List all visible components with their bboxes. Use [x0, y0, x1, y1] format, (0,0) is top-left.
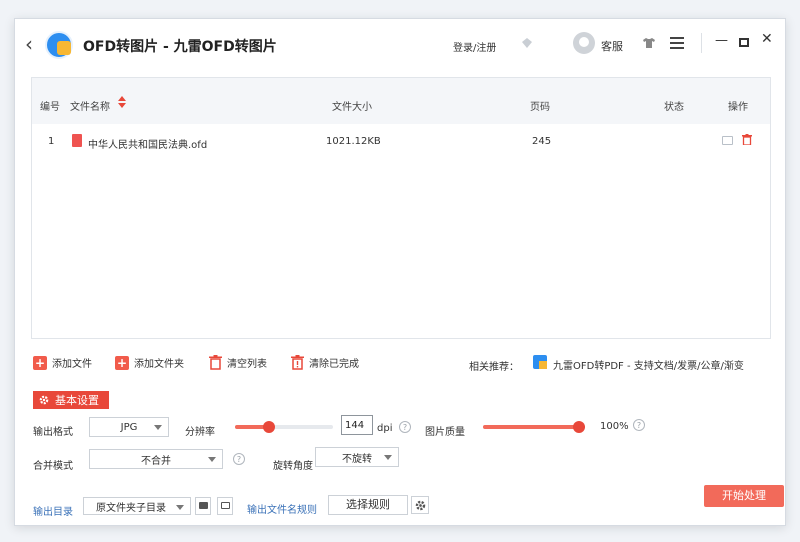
gear-icon [415, 500, 426, 511]
start-processing-button[interactable]: 开始处理 [704, 485, 784, 507]
merge-mode-select[interactable]: 不合并 [89, 449, 223, 469]
maximize-icon[interactable] [739, 38, 749, 47]
resolution-slider[interactable] [235, 421, 333, 433]
table-header: 编号 文件名称 文件大小 页码 状态 操作 [32, 78, 770, 124]
rotate-select[interactable]: 不旋转 [315, 447, 399, 467]
gear-icon [39, 395, 49, 405]
back-icon[interactable]: ‹ [25, 34, 33, 54]
filename-rule-label: 输出文件名规则 [247, 505, 317, 516]
rotate-value: 不旋转 [342, 453, 372, 465]
clear-done-button[interactable]: 清除已完成 [291, 355, 359, 370]
quality-help-icon[interactable]: ? [633, 419, 645, 431]
merge-mode-value: 不合并 [141, 455, 171, 467]
delete-icon[interactable] [742, 134, 752, 145]
rotate-label: 旋转角度 [273, 461, 313, 472]
col-header-index: 编号 [40, 102, 60, 113]
output-format-select[interactable]: JPG [89, 417, 169, 437]
resolution-unit: dpi [377, 423, 393, 434]
open-folder-icon [221, 502, 230, 509]
table-row[interactable]: 1 中华人民共和国民法典.ofd 1021.12KB 245 [32, 124, 770, 154]
recommend-app-icon[interactable] [533, 355, 547, 369]
output-dir-label: 输出目录 [33, 507, 73, 518]
add-file-icon: + [33, 355, 47, 370]
output-dir-select[interactable]: 原文件夹子目录 [83, 497, 191, 515]
action-bar: + 添加文件 + 添加文件夹 清空列表 清除已完成 相关推荐： 九雷OFD转PD… [33, 355, 773, 375]
menu-icon[interactable] [670, 37, 684, 49]
trash-icon [209, 355, 222, 370]
minimize-icon[interactable]: — [715, 33, 728, 48]
login-register-link[interactable]: 登录/注册 [453, 39, 496, 54]
support-label[interactable]: 客服 [601, 38, 623, 54]
support-avatar-icon[interactable] [573, 32, 595, 54]
row-file-size: 1021.12KB [326, 136, 381, 147]
app-window: ‹ OFD转图片 - 九雷OFD转图片 登录/注册 客服 — ✕ 编号 文件名称… [14, 18, 786, 526]
merge-help-icon[interactable]: ? [233, 453, 245, 465]
app-logo [45, 31, 73, 59]
resolution-slider-knob[interactable] [263, 421, 276, 433]
titlebar-divider [701, 33, 702, 53]
chevron-down-icon [384, 455, 392, 460]
browse-folder-button[interactable] [195, 497, 211, 515]
rule-settings-button[interactable] [411, 496, 429, 514]
skin-shirt-icon[interactable] [643, 37, 655, 49]
clear-list-button[interactable]: 清空列表 [209, 355, 267, 370]
col-header-actions: 操作 [728, 102, 748, 113]
row-index: 1 [48, 136, 55, 147]
recommend-label: 相关推荐： [469, 362, 519, 373]
close-icon[interactable]: ✕ [761, 31, 773, 47]
vip-diamond-icon[interactable] [521, 37, 533, 49]
open-output-folder-button[interactable] [217, 497, 233, 515]
row-pages: 245 [532, 136, 552, 147]
folder-icon [199, 502, 208, 509]
merge-mode-label: 合并模式 [33, 461, 73, 472]
basic-settings-label: 基本设置 [55, 394, 99, 407]
add-file-button[interactable]: + 添加文件 [33, 355, 92, 370]
chevron-down-icon [154, 425, 162, 430]
col-header-name[interactable]: 文件名称 [70, 98, 110, 113]
output-format-value: JPG [120, 421, 138, 433]
clear-list-label: 清空列表 [227, 359, 267, 370]
select-rule-button[interactable]: 选择规则 [328, 495, 408, 515]
clear-done-icon [291, 355, 304, 370]
quality-slider[interactable] [483, 421, 585, 433]
add-folder-label: 添加文件夹 [134, 359, 184, 370]
recommend-link[interactable]: 九雷OFD转PDF - 支持文档/发票/公章/渐变 [553, 357, 744, 372]
quality-slider-knob[interactable] [573, 421, 585, 433]
chevron-down-icon [208, 457, 216, 462]
chevron-down-icon [176, 505, 184, 510]
output-format-label: 输出格式 [33, 427, 73, 438]
col-header-size: 文件大小 [332, 102, 372, 113]
resolution-input[interactable] [341, 415, 373, 435]
resolution-label: 分辨率 [185, 427, 215, 438]
quality-label: 图片质量 [425, 427, 465, 438]
title-bar: ‹ OFD转图片 - 九雷OFD转图片 登录/注册 客服 — ✕ [15, 19, 785, 69]
add-file-label: 添加文件 [52, 359, 92, 370]
add-folder-icon: + [115, 355, 129, 370]
file-table: 编号 文件名称 文件大小 页码 状态 操作 1 中华人民共和国民法典.ofd 1… [31, 77, 771, 339]
help-icon[interactable]: ? [399, 421, 411, 433]
window-title: OFD转图片 - 九雷OFD转图片 [83, 39, 277, 55]
add-folder-button[interactable]: + 添加文件夹 [115, 355, 184, 370]
basic-settings-tab[interactable]: 基本设置 [33, 391, 109, 409]
col-header-status: 状态 [664, 102, 684, 113]
row-file-name: 中华人民共和国民法典.ofd [88, 140, 208, 151]
output-dir-value: 原文件夹子目录 [96, 502, 166, 514]
open-folder-icon[interactable] [722, 136, 733, 145]
clear-done-label: 清除已完成 [309, 359, 359, 370]
quality-value: 100% [600, 421, 629, 432]
sort-icon[interactable] [118, 96, 126, 108]
quality-slider-fill [483, 425, 585, 429]
col-header-pages: 页码 [530, 102, 550, 113]
file-icon [72, 134, 82, 147]
